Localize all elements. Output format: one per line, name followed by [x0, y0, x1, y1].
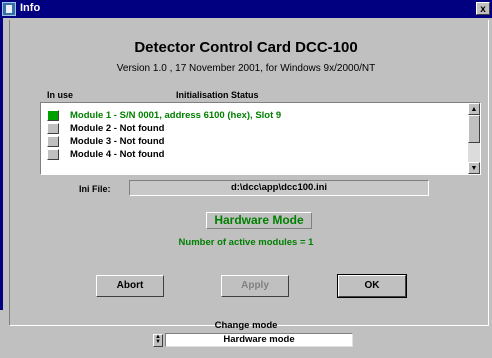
window-edge — [0, 18, 3, 310]
scroll-thumb[interactable] — [468, 115, 480, 143]
module-status-text: Module 4 - Not found — [70, 149, 165, 160]
close-button[interactable]: x — [476, 2, 490, 15]
scroll-down-icon[interactable]: ▼ — [468, 162, 480, 174]
title-bar[interactable]: Info x — [0, 0, 492, 18]
window-title: Info — [20, 2, 41, 14]
scroll-up-icon[interactable]: ▲ — [468, 103, 480, 115]
col-header-status: Initialisation Status — [176, 90, 259, 100]
list-scrollbar[interactable]: ▲ ▼ — [468, 103, 480, 174]
list-item[interactable]: Module 4 - Not found — [47, 149, 467, 161]
list-item[interactable]: Module 1 - S/N 0001, address 6100 (hex),… — [47, 110, 467, 122]
module-list[interactable]: Module 1 - S/N 0001, address 6100 (hex),… — [40, 102, 481, 175]
col-header-in-use: In use — [47, 90, 74, 100]
mode-select[interactable]: Hardware mode — [165, 333, 353, 347]
mode-indicator: Hardware Mode — [206, 212, 312, 229]
ini-file-label: Ini File: — [79, 184, 111, 194]
led-indicator-icon — [47, 123, 59, 134]
page-title: Detector Control Card DCC-100 — [134, 39, 358, 56]
version-subtitle: Version 1.0 , 17 November 2001, for Wind… — [116, 63, 376, 74]
module-status-text: Module 3 - Not found — [70, 136, 165, 147]
list-item[interactable]: Module 3 - Not found — [47, 136, 467, 148]
ini-file-field: d:\dcc\app\dcc100.ini — [129, 180, 429, 196]
module-status-text: Module 2 - Not found — [70, 123, 165, 134]
ok-button[interactable]: OK — [337, 274, 407, 298]
info-window: Info x Detector Control Card DCC-100 Ver… — [0, 0, 492, 358]
module-status-text: Module 1 - S/N 0001, address 6100 (hex),… — [70, 110, 282, 121]
led-indicator-icon — [47, 136, 59, 147]
active-modules-text: Number of active modules = 1 — [178, 237, 314, 248]
change-mode-label: Change mode — [214, 320, 278, 331]
apply-button[interactable]: Apply — [221, 275, 289, 297]
led-indicator-icon — [47, 110, 59, 121]
led-indicator-icon — [47, 149, 59, 160]
abort-button[interactable]: Abort — [96, 275, 164, 297]
app-icon — [2, 2, 16, 16]
mode-spinner-icon[interactable]: ▲ ▼ — [153, 334, 163, 347]
list-item[interactable]: Module 2 - Not found — [47, 123, 467, 135]
